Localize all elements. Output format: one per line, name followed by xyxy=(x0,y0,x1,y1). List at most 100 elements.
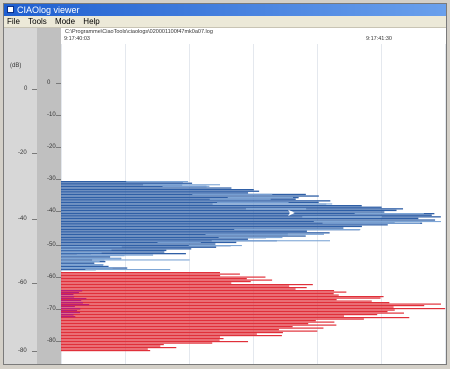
magenta-highlight-bar xyxy=(61,304,90,306)
red-series-bar xyxy=(61,341,249,343)
blue-series-bar xyxy=(61,205,362,207)
red-series-bar xyxy=(61,297,381,299)
red-series-bar xyxy=(61,347,177,349)
blue-series-highlight xyxy=(188,245,242,247)
red-series-bar xyxy=(61,291,347,293)
blue-series-bar xyxy=(61,200,331,202)
red-series-bar xyxy=(61,290,335,292)
red-series-bar xyxy=(61,305,425,307)
blue-series-bar xyxy=(61,262,95,264)
magenta-highlight-bar xyxy=(61,308,81,310)
magenta-highlight-bar xyxy=(61,290,83,292)
y-inner-tick-label: -80 xyxy=(47,338,56,344)
menu-mode[interactable]: Mode xyxy=(52,16,78,27)
menu-help[interactable]: Help xyxy=(80,16,102,27)
menu-tools[interactable]: Tools xyxy=(25,16,50,27)
red-series-bar xyxy=(61,348,148,350)
blue-series-bar xyxy=(61,238,248,240)
y-axis-gutter: 0 -10 -20 -30 -40 -50 -60 -70 -80 xyxy=(37,28,61,364)
blue-series-bar xyxy=(61,265,109,268)
spectrum-plot xyxy=(61,44,446,364)
red-series-bar xyxy=(61,306,394,308)
blue-series-tail xyxy=(61,246,122,248)
red-series-bar xyxy=(61,293,334,295)
red-series-bar xyxy=(61,335,282,337)
red-series-bar xyxy=(61,342,213,344)
blue-series-bar xyxy=(61,241,237,244)
red-series-bar xyxy=(61,302,390,304)
blue-series-highlight xyxy=(143,184,221,186)
title-bar[interactable]: CIAOlog viewer xyxy=(4,4,446,16)
blue-series-highlight xyxy=(227,197,294,199)
blue-series-bar xyxy=(61,225,362,228)
app-icon xyxy=(7,6,14,13)
y-inner-tick-label: -60 xyxy=(47,274,56,280)
red-series-bar xyxy=(61,327,324,329)
blue-series-highlight xyxy=(313,221,441,223)
plot-area[interactable]: C:\Programme\CiaoTools\ciaologs\02000110… xyxy=(61,28,446,364)
red-series-bar xyxy=(61,326,293,328)
red-series-bar xyxy=(61,338,224,340)
red-series-bar xyxy=(61,288,296,290)
red-series-bar xyxy=(61,294,339,296)
blue-series-bar xyxy=(61,189,254,191)
red-series-bar xyxy=(61,344,164,346)
blue-series-tail xyxy=(61,252,102,254)
magenta-highlight-bar xyxy=(61,312,81,314)
red-series-bar xyxy=(61,320,316,322)
red-series-bar xyxy=(61,312,404,314)
red-series-bar xyxy=(61,350,151,352)
red-series-bar xyxy=(61,321,335,323)
blue-series-bar xyxy=(61,192,249,194)
magenta-highlight-bar xyxy=(61,316,76,318)
magenta-highlight-bar xyxy=(61,292,79,294)
red-series-bar xyxy=(61,279,273,281)
red-series-bar xyxy=(61,309,395,311)
y-inner-tick-label: -70 xyxy=(47,306,56,312)
y-inner-tick-label: -50 xyxy=(47,242,56,248)
y-inner-tick-label: -30 xyxy=(47,176,56,182)
red-series-bar xyxy=(61,332,283,334)
blue-series-tail xyxy=(61,255,125,257)
red-series-bar xyxy=(61,281,251,283)
blue-series-highlight xyxy=(354,213,424,215)
window-title: CIAOlog viewer xyxy=(17,5,80,15)
red-series-bar xyxy=(61,300,372,302)
red-series-bar xyxy=(61,285,290,287)
red-series-bar xyxy=(61,276,266,278)
y-axis-unit: (dB) xyxy=(10,63,22,69)
y-inner-tick-label: -10 xyxy=(47,112,56,118)
blue-series-tail xyxy=(61,261,100,263)
y-outer-tick-mark xyxy=(32,351,37,352)
blue-series-bar xyxy=(61,211,385,213)
mouse-cursor-icon: ➤ xyxy=(287,208,296,219)
blue-series-highlight xyxy=(157,241,201,243)
red-series-bar xyxy=(61,345,161,347)
blue-series-highlight xyxy=(218,237,283,239)
red-series-bar xyxy=(61,330,318,332)
magenta-highlight-bar xyxy=(61,310,78,312)
y-inner-tick-label: 0 xyxy=(47,80,51,86)
magenta-highlight-bar xyxy=(61,298,87,300)
blue-series-highlight xyxy=(92,259,190,261)
magenta-highlight-bar xyxy=(61,296,75,298)
magenta-highlight-bar xyxy=(61,314,74,316)
red-series-bar xyxy=(61,296,384,298)
blue-series-bar xyxy=(61,243,216,245)
blue-series-highlight xyxy=(192,193,273,195)
y-outer-tick-mark xyxy=(32,153,37,154)
red-series-bar xyxy=(61,336,221,338)
y-outer-tick-label: 0 xyxy=(24,86,28,92)
red-series-bar xyxy=(61,323,309,325)
blue-series-bar xyxy=(61,256,111,258)
y-outer-tick-mark xyxy=(32,89,37,90)
application-window: CIAOlog viewer File Tools Mode Help (dB)… xyxy=(3,3,447,365)
magenta-highlight-bar xyxy=(61,302,83,304)
menu-file[interactable]: File xyxy=(4,16,23,27)
y-outer-tick-mark xyxy=(32,219,37,220)
blue-series-bar xyxy=(61,195,319,197)
blue-series-tail xyxy=(61,267,113,269)
blue-series-highlight xyxy=(234,229,361,231)
blue-series-highlight xyxy=(205,233,324,235)
time-label-left: 9:17:40:03 xyxy=(64,36,90,42)
